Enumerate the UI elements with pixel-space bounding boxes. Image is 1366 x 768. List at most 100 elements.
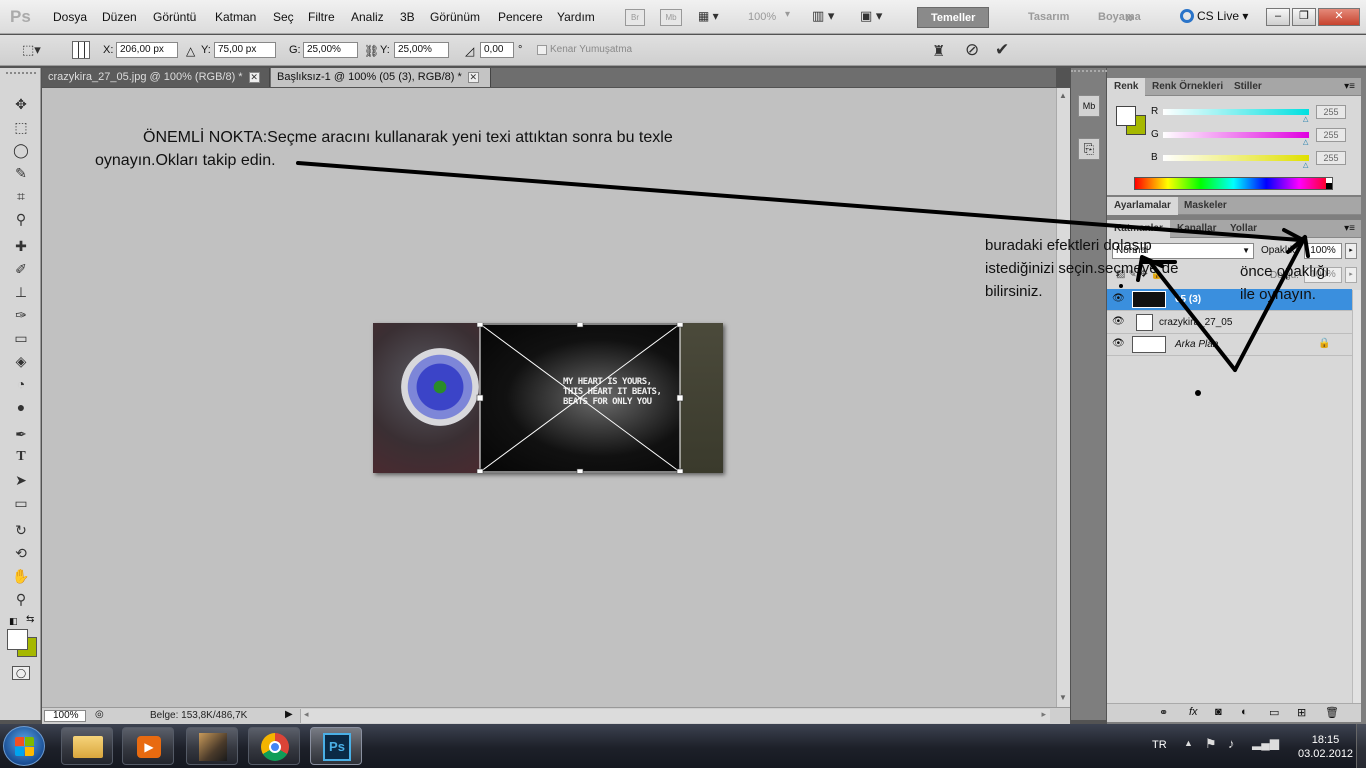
link-icon[interactable]: ⚭ <box>1159 706 1168 719</box>
new-layer-icon[interactable]: ⊞ <box>1297 706 1306 719</box>
tab-renk-ornekleri[interactable]: Renk Örnekleri <box>1145 78 1230 96</box>
quick-selection-tool-icon[interactable]: ✎ <box>9 163 33 183</box>
slider-track[interactable] <box>1163 155 1309 161</box>
volume-icon[interactable]: ♪ <box>1228 736 1235 751</box>
fx-icon[interactable]: fx <box>1189 706 1198 718</box>
status-info-icon[interactable]: ◎ <box>95 709 104 720</box>
view-extras-icon[interactable]: ▦ ▾ <box>698 9 719 23</box>
menu-dosya[interactable]: Dosya <box>53 10 87 24</box>
color-panel-fg-swatch[interactable] <box>1116 106 1136 126</box>
status-menu-arrow-icon[interactable]: ▶ <box>285 709 293 720</box>
paint-bucket-tool-icon[interactable]: ◈ <box>9 351 33 371</box>
arrange-documents-icon[interactable]: ▥ ▾ <box>812 8 834 24</box>
eraser-tool-icon[interactable]: ▭ <box>9 328 33 348</box>
reference-point-icon[interactable] <box>72 41 90 59</box>
eye-icon[interactable]: 👁 <box>1112 339 1125 349</box>
default-colors-icon[interactable]: ◧ <box>9 616 18 627</box>
screen-mode-icon[interactable]: ▣ ▾ <box>860 8 882 24</box>
adjustment-icon[interactable]: ◐ <box>1241 706 1248 718</box>
close-button[interactable]: ✕ <box>1318 8 1360 26</box>
history-panel-icon[interactable]: ⎘ <box>1078 138 1100 160</box>
cs-live-button[interactable]: CS Live ▾ <box>1180 9 1248 23</box>
x-field[interactable]: 206,00 px <box>116 42 178 58</box>
status-zoom[interactable]: 100% <box>44 710 86 722</box>
tool-preset-icon[interactable]: ⬚▾ <box>22 42 41 58</box>
workspace-boyama[interactable]: Boyama <box>1085 7 1154 28</box>
zoom-dropdown-icon[interactable]: ▾ <box>785 9 790 20</box>
panel-menu-icon[interactable]: ▾≡ <box>1344 81 1355 92</box>
horizontal-scrollbar[interactable]: ◂ ▸ <box>300 709 1050 723</box>
more-workspaces-icon[interactable]: » <box>1125 7 1134 28</box>
minimize-button[interactable]: – <box>1266 8 1290 26</box>
opacity-slider-icon[interactable]: ▸ <box>1345 243 1357 259</box>
taskbar-media-player[interactable]: ▶ <box>122 727 174 765</box>
scroll-up-icon[interactable]: ▲ <box>1059 91 1067 100</box>
foreground-color-swatch[interactable] <box>7 629 28 650</box>
lasso-tool-icon[interactable]: ◯ <box>9 140 33 160</box>
taskbar-explorer[interactable] <box>61 727 113 765</box>
y-field[interactable]: 75,00 px <box>214 42 276 58</box>
layers-scrollbar[interactable] <box>1352 290 1361 705</box>
language-indicator[interactable]: TR <box>1152 739 1167 751</box>
pen-tool-icon[interactable]: ✒ <box>9 424 33 444</box>
doc-tab-untitled[interactable]: Başlıksız-1 @ 100% (05 (3), RGB/8) * ✕ <box>271 68 491 87</box>
eye-icon[interactable]: 👁 <box>1112 317 1125 327</box>
brush-tool-icon[interactable]: ✐ <box>9 259 33 279</box>
menu-3b[interactable]: 3B <box>400 10 415 24</box>
show-hidden-icons-icon[interactable]: ▲ <box>1184 738 1193 748</box>
trash-icon[interactable]: 🗑 <box>1325 706 1339 719</box>
layer-row-arka-plan[interactable]: 👁 Arka Plan 🔒 <box>1107 334 1352 356</box>
taskbar-game[interactable] <box>186 727 238 765</box>
layer-row-crazykira[interactable]: 👁 crazykira_27_05 <box>1107 312 1352 334</box>
taskbar-photoshop[interactable]: Ps <box>310 727 362 765</box>
slider-track[interactable] <box>1163 109 1309 115</box>
opacity-field[interactable]: 100% <box>1304 243 1342 259</box>
transform-bounding-box[interactable] <box>373 323 723 473</box>
tab-yollar[interactable]: Yollar <box>1223 220 1264 238</box>
width-field[interactable]: 25,00% <box>303 42 358 58</box>
menu-analiz[interactable]: Analiz <box>351 10 384 24</box>
menu-katman[interactable]: Katman <box>215 10 256 24</box>
slider-track[interactable] <box>1163 132 1309 138</box>
menu-duzen[interactable]: Düzen <box>102 10 137 24</box>
marquee-tool-icon[interactable]: ⬚ <box>9 117 33 137</box>
move-tool-icon[interactable]: ✥ <box>9 94 33 114</box>
commit-transform-icon[interactable]: ✔ <box>995 40 1009 60</box>
maximize-button[interactable]: ❐ <box>1292 8 1316 26</box>
bridge-button[interactable]: Br <box>625 9 645 26</box>
path-selection-tool-icon[interactable]: ➤ <box>9 470 33 490</box>
close-tab-icon[interactable]: ✕ <box>248 72 260 83</box>
layer-name[interactable]: crazykira_27_05 <box>1159 317 1232 328</box>
show-desktop-button[interactable] <box>1356 724 1366 768</box>
menu-yardim[interactable]: Yardım <box>557 10 595 24</box>
channel-value[interactable]: 255 <box>1316 128 1346 142</box>
menu-pencere[interactable]: Pencere <box>498 10 543 24</box>
strip-grip[interactable] <box>1071 70 1107 78</box>
spectrum-black[interactable] <box>1326 183 1332 189</box>
swap-colors-icon[interactable]: ⇆ <box>26 614 34 625</box>
doc-tab-crazykira[interactable]: crazykira_27_05.jpg @ 100% (RGB/8) * ✕ <box>42 68 270 87</box>
menu-filtre[interactable]: Filtre <box>308 10 335 24</box>
angle-field[interactable]: 0,00 <box>480 42 514 58</box>
channel-value[interactable]: 255 <box>1316 105 1346 119</box>
shape-tool-icon[interactable]: ▭ <box>9 493 33 513</box>
tab-maskeler[interactable]: Maskeler <box>1177 197 1234 215</box>
zoom-tool-icon[interactable]: ⚲ <box>9 589 33 609</box>
vertical-scrollbar[interactable]: ▲ ▼ <box>1056 88 1070 707</box>
menu-goruntu[interactable]: Görüntü <box>153 10 196 24</box>
toolbox-grip[interactable] <box>6 72 36 78</box>
start-button[interactable] <box>3 726 45 766</box>
link-proportions-icon[interactable]: ⛓ <box>364 44 379 58</box>
height-field[interactable]: 25,00% <box>394 42 449 58</box>
antialias-checkbox[interactable] <box>537 45 547 55</box>
warp-icon[interactable]: ♜ <box>932 42 945 60</box>
scroll-down-icon[interactable]: ▼ <box>1059 693 1067 702</box>
slider-handle-icon[interactable]: △ <box>1303 161 1308 169</box>
menu-gorunum[interactable]: Görünüm <box>430 10 480 24</box>
mini-bridge-panel-icon[interactable]: Mb <box>1078 95 1100 117</box>
quick-mask-icon[interactable]: ◯ <box>12 666 30 680</box>
minibridge-button[interactable]: Mb <box>660 9 682 26</box>
scroll-right-icon[interactable]: ▸ <box>1041 709 1046 720</box>
document-image[interactable]: MY HEART IS YOURS, THIS HEART IT BEATS, … <box>373 323 723 473</box>
action-center-icon[interactable]: ⚑ <box>1205 736 1217 752</box>
